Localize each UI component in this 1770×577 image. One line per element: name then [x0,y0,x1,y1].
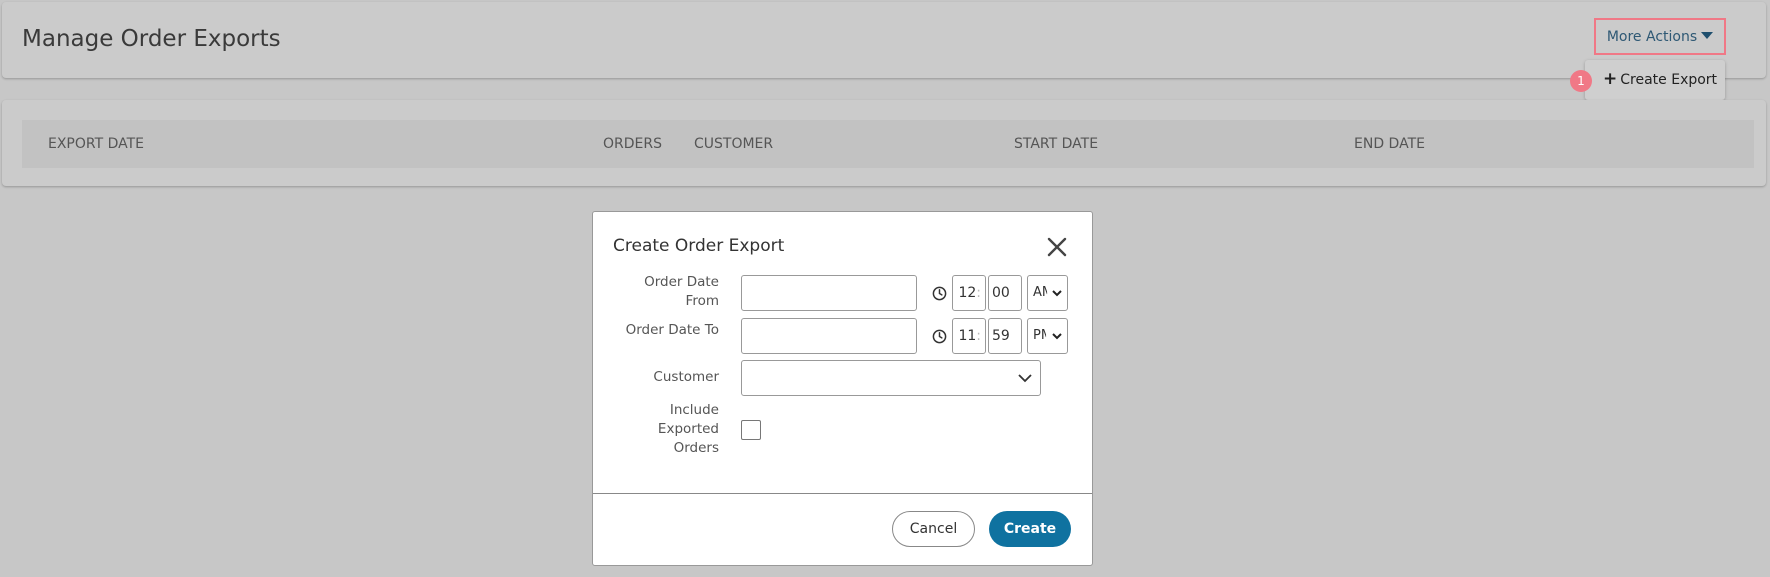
chevron-down-icon [1052,290,1062,297]
more-actions-button[interactable]: More Actions [1594,18,1726,55]
from-minute-value: 00 [992,285,1010,301]
order-date-from-input[interactable] [741,275,917,311]
from-hour-input[interactable]: 12: [952,275,986,311]
more-actions-menu: + Create Export [1585,60,1725,100]
include-exported-checkbox[interactable] [741,420,761,440]
order-date-to-label: Order Date To [625,322,719,338]
to-minute-value: 59 [992,328,1010,344]
to-ampm-select[interactable]: PM [1027,318,1068,354]
include-exported-label-line3: Orders [673,440,719,456]
table-header: EXPORT DATE ORDERS CUSTOMER START DATE E… [22,120,1754,168]
plus-icon: + [1603,69,1618,89]
to-ampm-value: PM [1033,328,1053,343]
order-date-from-label: Order Date From [644,273,719,311]
page-title: Manage Order Exports [22,26,281,52]
exports-table: EXPORT DATE ORDERS CUSTOMER START DATE E… [2,100,1766,186]
from-hour-value: 12 [958,285,977,301]
create-order-export-modal: Create Order Export Order Date From 12: … [592,211,1093,566]
customer-label: Customer [653,369,719,385]
order-date-from-label-line2: From [685,293,719,309]
page-header: Manage Order Exports More Actions [2,2,1766,78]
column-export-date: EXPORT DATE [48,136,145,152]
include-exported-label: Include Exported Orders [658,401,719,458]
caret-down-icon [1701,32,1714,39]
order-date-to-input[interactable] [741,318,917,354]
to-minute-input[interactable]: 59 [988,318,1022,354]
include-exported-label-line1: Include [669,402,719,418]
customer-select[interactable] [741,360,1041,396]
from-minute-input[interactable]: 00 [988,275,1022,311]
from-ampm-value: AM [1033,285,1054,300]
column-customer: CUSTOMER [694,136,774,152]
chevron-down-icon [1018,374,1032,383]
to-hour-input[interactable]: 11: [952,318,986,354]
from-ampm-select[interactable]: AM [1027,275,1068,311]
order-date-from-label-line1: Order Date [644,274,719,290]
chevron-down-icon [1052,333,1062,340]
close-icon[interactable] [1046,236,1068,258]
cancel-button[interactable]: Cancel [892,511,975,547]
to-hour-value: 11 [958,328,977,344]
clock-icon [932,329,947,344]
include-exported-label-line2: Exported [657,421,719,437]
column-start-date: START DATE [1014,136,1099,152]
more-actions-label: More Actions [1606,28,1698,45]
clock-icon [932,286,947,301]
create-export-menu-item[interactable]: + Create Export [1603,71,1717,88]
step-badge: 1 [1570,70,1592,92]
create-export-label: Create Export [1620,71,1718,88]
create-button[interactable]: Create [989,511,1071,547]
column-end-date: END DATE [1354,136,1425,152]
modal-title: Create Order Export [613,236,785,256]
modal-divider [593,493,1092,494]
column-orders: ORDERS [603,136,662,152]
